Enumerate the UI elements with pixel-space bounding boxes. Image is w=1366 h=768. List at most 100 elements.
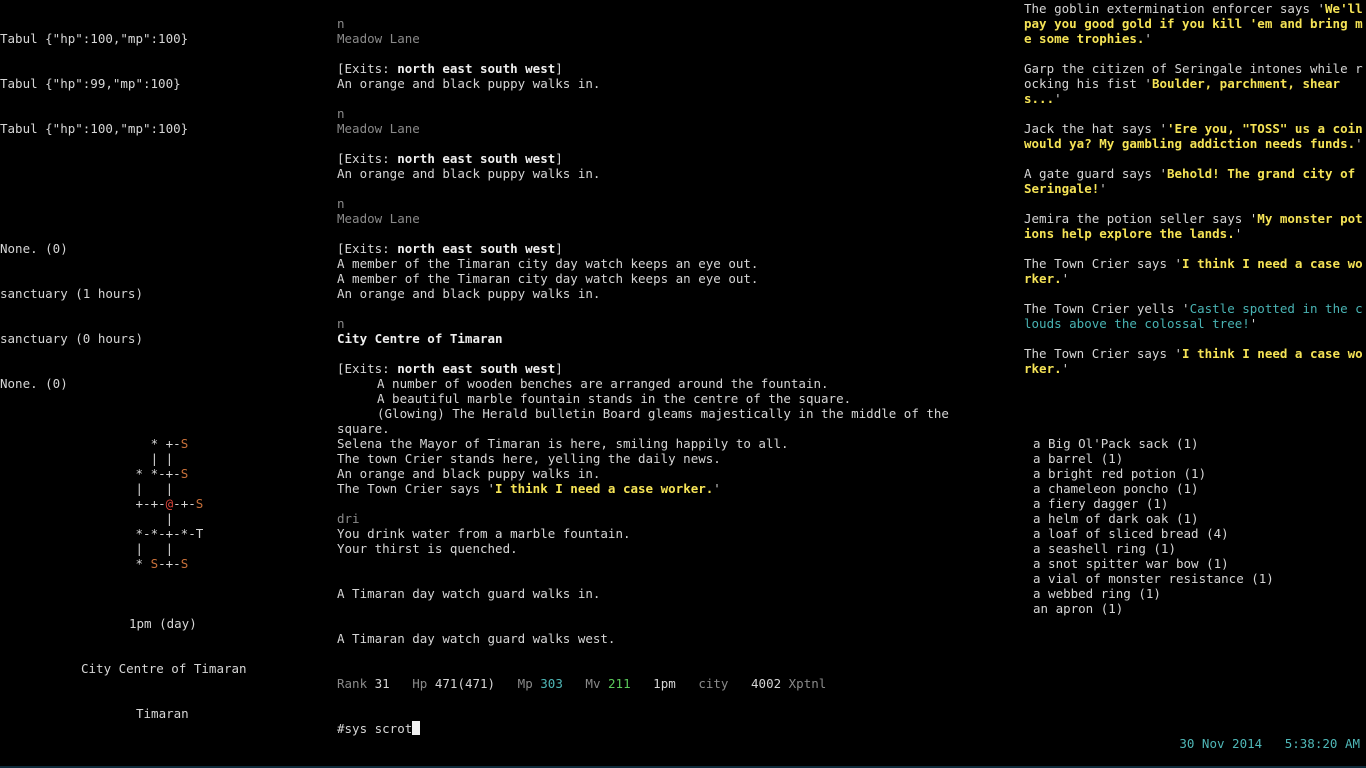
chat-speaker: The Town Crier says ': [1024, 346, 1183, 361]
xp-label: Xptnl: [788, 676, 827, 691]
chat-message: The Town Crier says 'I think I need a ca…: [1024, 256, 1366, 286]
command-echo: n: [337, 196, 345, 211]
clock-date: 30 Nov 2014: [1179, 736, 1263, 751]
chat-message: Garp the citizen of Seringale intones wh…: [1024, 61, 1366, 106]
quote: ': [713, 481, 721, 496]
chat-quote: ': [1061, 271, 1070, 286]
chat-message: Jemira the potion seller says 'My monste…: [1024, 211, 1366, 241]
chat-quote: ': [1061, 361, 1070, 376]
exits-list: north east south west: [397, 151, 556, 166]
map-cell: *-*-+-*-T: [128, 526, 204, 541]
exits-list: north east south west: [397, 61, 556, 76]
event-line: You drink water from a marble fountain.: [337, 526, 631, 541]
map-cell: | |: [128, 481, 174, 496]
inventory-list: a Big Ol'Pack sack (1) a barrel (1) a brig…: [1033, 436, 1274, 616]
game-output: n Meadow Lane [Exits: north east south wes…: [337, 16, 1017, 646]
chat-quote: ': [1249, 316, 1258, 331]
room-description: A beautiful marble fountain stands in th…: [377, 391, 852, 406]
current-area-name: Timaran: [136, 706, 189, 721]
inventory-item: a fiery dagger (1): [1033, 496, 1169, 511]
exits-line: [Exits: north east south west]: [337, 361, 1017, 376]
mp-label: Mp: [517, 676, 533, 691]
chat-speaker: The Town Crier yells ': [1024, 301, 1190, 316]
map-row: * *-+-S: [128, 466, 203, 481]
chat-quote: ': [1234, 226, 1243, 241]
exits-prefix: [Exits:: [337, 241, 398, 256]
status-prompt: Rank 31 Hp 471(471) Mp 303 Mv 211 1pm ci…: [337, 676, 826, 691]
map-cell: *: [135, 466, 144, 481]
chat-speaker: Jack the hat says ': [1024, 121, 1167, 136]
map-row: | |: [128, 481, 203, 496]
command-echo: n: [337, 316, 345, 331]
map-exit-marker: S: [195, 496, 204, 511]
exits-prefix: [Exits:: [337, 361, 398, 376]
chat-speaker: The goblin extermination enforcer says ': [1024, 1, 1326, 16]
event-line: An orange and black puppy walks in.: [337, 286, 601, 301]
exits-list: north east south west: [397, 241, 556, 256]
map-cell: -+-: [173, 496, 196, 511]
inventory-item: a vial of monster resistance (1): [1033, 571, 1274, 586]
affect-line: None. (0): [0, 241, 68, 256]
current-room-name: City Centre of Timaran: [81, 661, 247, 676]
inventory-item: a loaf of sliced bread (4): [1033, 526, 1229, 541]
map-row: | |: [128, 451, 203, 466]
inventory-item: a bright red potion (1): [1033, 466, 1207, 481]
exits-line: [Exits: north east south west]: [337, 241, 1017, 256]
map-cell: +-: [158, 436, 181, 451]
map-cell: | |: [128, 541, 174, 556]
event-line: An orange and black puppy walks in.: [337, 166, 601, 181]
map-cell: +-+-: [128, 496, 166, 511]
city-label: city: [698, 676, 729, 691]
map-cell: *-+-: [143, 466, 181, 481]
event-line: An orange and black puppy walks in.: [337, 76, 601, 91]
command-input[interactable]: #sys scrot: [337, 721, 421, 736]
exits-suffix: ]: [555, 361, 563, 376]
map-row: * S-+-S: [128, 556, 203, 571]
exits-prefix: [Exits:: [337, 151, 398, 166]
exits-suffix: ]: [555, 241, 563, 256]
map-cell: S: [150, 556, 159, 571]
chat-speaker: Jemira the potion seller says ': [1024, 211, 1258, 226]
affects-panel: None. (0) sanctuary (1 hours) sanctuary …: [0, 211, 143, 406]
chat-speaker: The Town Crier says ': [1024, 256, 1183, 271]
rank-label: Rank: [337, 676, 368, 691]
room-description: A number of wooden benches are arranged …: [377, 376, 829, 391]
chat-speaker: A gate guard says ': [1024, 166, 1167, 181]
xp-value: 4002: [751, 676, 782, 691]
command-text[interactable]: #sys scrot: [337, 721, 412, 736]
inventory-item: a Big Ol'Pack sack (1): [1033, 436, 1199, 451]
inventory-item: a webbed ring (1): [1033, 586, 1161, 601]
inventory-item: a barrel (1): [1033, 451, 1124, 466]
event-line: The town Crier stands here, yelling the …: [337, 451, 721, 466]
affect-line: sanctuary (1 hours): [0, 286, 143, 301]
exits-suffix: ]: [555, 151, 563, 166]
chat-quote: ': [1144, 31, 1152, 46]
room-description: (Glowing) The Herald bulletin Board glea…: [377, 406, 949, 421]
inventory-item: a helm of dark oak (1): [1033, 511, 1199, 526]
map-row: +-+-@-+-S: [128, 496, 204, 511]
rank-value: 31: [374, 676, 390, 691]
event-line: A Timaran day watch guard walks west.: [337, 631, 616, 646]
map-row: | |: [128, 541, 203, 556]
event-line: A member of the Timaran city day watch k…: [337, 256, 759, 271]
map-row: |: [128, 511, 203, 526]
hp-value: 471(471): [434, 676, 496, 691]
inventory-item: a chameleon poncho (1): [1033, 481, 1199, 496]
text-cursor: [412, 721, 421, 735]
event-line: A member of the Timaran city day watch k…: [337, 271, 759, 286]
affect-line: None. (0): [0, 376, 68, 391]
exits-list: north east south west: [397, 361, 556, 376]
chat-quote: ': [1355, 136, 1363, 151]
map-cell: [128, 436, 151, 451]
map-cell: *: [128, 556, 151, 571]
hp-label: Hp: [412, 676, 428, 691]
room-title: Meadow Lane: [337, 121, 420, 136]
